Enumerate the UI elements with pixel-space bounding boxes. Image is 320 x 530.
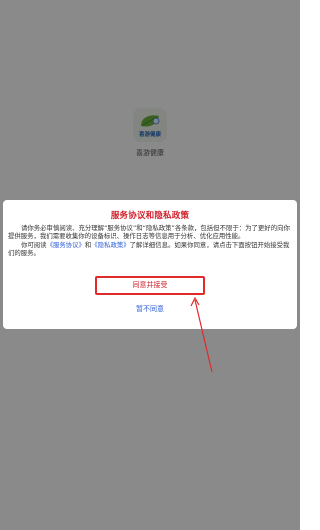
disagree-button[interactable]: 暂不同意: [3, 304, 297, 314]
dialog-paragraph-1: 请你务必审慎阅读、充分理解“服务协议”和“隐私政策”各条款，包括但不限于：为了更…: [8, 224, 290, 241]
privacy-dialog: 服务协议和隐私政策 请你务必审慎阅读、充分理解“服务协议”和“隐私政策”各条款，…: [3, 200, 297, 329]
agree-highlight-box: 同意并接受: [95, 276, 205, 295]
privacy-policy-link[interactable]: 《隐私政策》: [91, 241, 129, 249]
dialog-body: 请你务必审慎阅读、充分理解“服务协议”和“隐私政策”各条款，包括但不限于：为了更…: [8, 224, 292, 258]
agree-button[interactable]: 同意并接受: [97, 278, 203, 293]
paragraph-2-prefix: 你可阅读: [21, 240, 47, 249]
dialog-title: 服务协议和隐私政策: [110, 211, 190, 221]
service-agreement-link[interactable]: 《服务协议》: [47, 241, 85, 249]
dialog-paragraph-2: 你可阅读《服务协议》和《隐私政策》了解详细信息。如果你同意，请点击下面按钮开始接…: [8, 241, 292, 258]
